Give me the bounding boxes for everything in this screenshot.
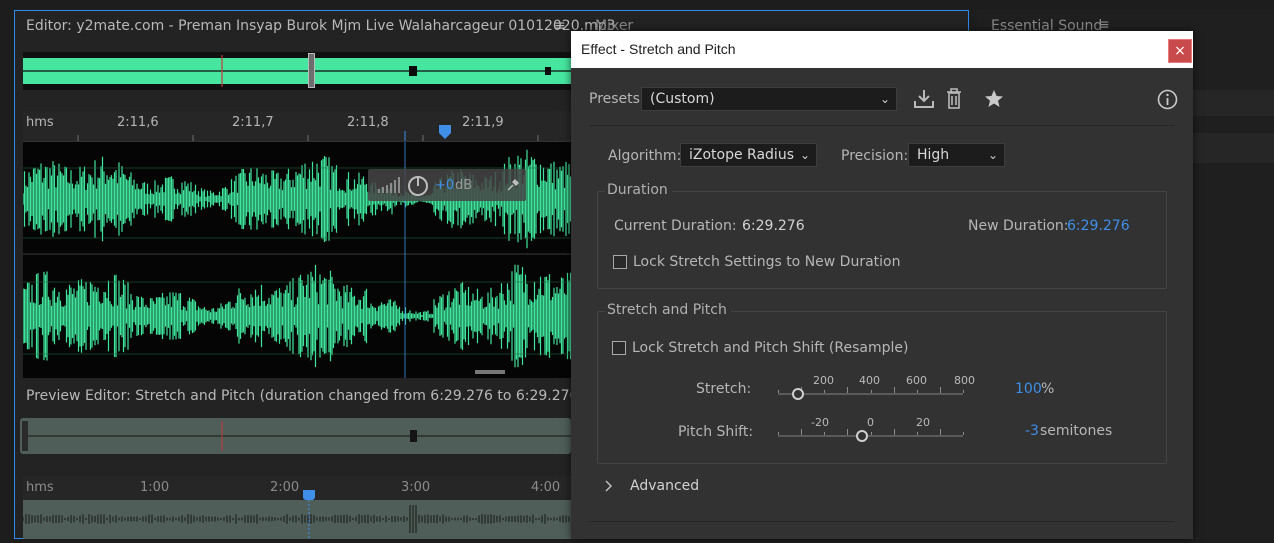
lock-resample-checkbox[interactable] [612, 341, 626, 355]
algorithm-dropdown[interactable]: iZotope Radius ⌄ [680, 143, 817, 167]
lock-stretch-checkbox[interactable] [613, 255, 627, 269]
new-duration-value[interactable]: 6:29.276 [1067, 218, 1130, 234]
slider-tick [778, 432, 779, 435]
precision-label: Precision: [841, 148, 909, 164]
preview-editor-title: Preview Editor: Stretch and Pitch (durat… [26, 388, 584, 404]
timeline-ruler[interactable]: hms 2:11,6 2:11,7 2:11,8 2:11,9 [23, 111, 571, 142]
preview-overview[interactable] [20, 418, 571, 454]
ruler-tick-label: 1:00 [140, 480, 170, 495]
current-duration-value: 6:29.276 [742, 218, 805, 234]
ruler-tick-label: 4:00 [531, 480, 561, 495]
slider-tick [824, 432, 826, 435]
algorithm-label: Algorithm: [608, 148, 682, 164]
algorithm-value: iZotope Radius [689, 147, 794, 163]
pitch-tick-label: -20 [811, 416, 829, 429]
volume-knob-icon[interactable] [407, 175, 429, 197]
slider-tick [893, 387, 895, 393]
editor-title: Editor: y2mate.com - Preman Insyap Burok… [26, 18, 616, 34]
duration-group-title: Duration [605, 182, 672, 198]
presets-value: (Custom) [650, 91, 715, 107]
divider [589, 125, 1175, 126]
panel-menu-icon[interactable]: ≡ [554, 18, 566, 34]
pitch-unit: semitones [1040, 423, 1113, 439]
info-icon[interactable] [1157, 89, 1178, 110]
stretch-pitch-group-title: Stretch and Pitch [605, 302, 731, 318]
stretch-tick-label: 200 [813, 374, 834, 387]
ruler-tick-label: 2:00 [270, 480, 300, 495]
slider-tick [963, 390, 964, 393]
slider-tick [939, 387, 941, 393]
ruler-unit: hms [26, 480, 54, 495]
pin-icon[interactable] [506, 178, 520, 192]
slider-tick [847, 387, 849, 393]
stretch-tick-label: 400 [859, 374, 880, 387]
presets-dropdown[interactable]: (Custom) ⌄ [641, 87, 897, 111]
overview-waveform [23, 55, 571, 87]
ruler-tick-label: 2:11,7 [232, 115, 274, 130]
volume-bars-icon [378, 177, 400, 193]
slider-tick [824, 390, 826, 393]
overview-viewport-handle[interactable] [308, 53, 315, 88]
essential-sound-row [1193, 90, 1274, 116]
save-preset-icon[interactable] [913, 89, 935, 109]
new-duration-label: New Duration: [968, 218, 1069, 234]
preview-waveform-shape [22, 500, 570, 539]
stretch-value[interactable]: 100 [1015, 381, 1042, 397]
chevron-down-icon: ⌄ [799, 148, 810, 162]
pitch-slider-thumb[interactable] [856, 430, 868, 442]
chevron-right-icon[interactable] [604, 480, 614, 492]
presets-label: Presets: [589, 91, 645, 107]
stretch-label: Stretch: [696, 381, 752, 397]
pitch-slider-track[interactable] [778, 435, 963, 437]
dialog-title: Effect - Stretch and Pitch [581, 41, 736, 57]
slider-tick [963, 432, 964, 435]
slider-tick [916, 432, 918, 435]
ruler-tick-label: 2:11,6 [117, 115, 159, 130]
delete-preset-icon[interactable] [946, 88, 962, 110]
slider-tick [801, 429, 803, 435]
pitch-shift-label: Pitch Shift: [678, 424, 754, 440]
slider-tick [847, 429, 849, 435]
slider-tick [916, 390, 918, 393]
slider-tick [893, 429, 895, 435]
stretch-slider-thumb[interactable] [792, 388, 804, 400]
slider-tick [870, 432, 872, 435]
playhead-marker-icon[interactable] [439, 125, 451, 139]
chevron-down-icon: ⌄ [879, 92, 890, 106]
stretch-pitch-group [597, 311, 1167, 464]
duration-group [597, 191, 1167, 289]
ruler-ticks [77, 131, 539, 141]
ruler-tick-label: 3:00 [401, 480, 431, 495]
pitch-tick-label: 20 [916, 416, 930, 429]
lock-stretch-label[interactable]: Lock Stretch Settings to New Duration [633, 254, 901, 270]
hud-level-unit: dB [455, 178, 473, 193]
ruler-unit: hms [26, 115, 54, 130]
current-duration-label: Current Duration: [614, 218, 737, 234]
hud-level-value[interactable]: +0 [435, 178, 454, 193]
slider-tick [870, 390, 872, 393]
stretch-tick-label: 800 [954, 374, 975, 387]
preview-waveform[interactable] [22, 500, 571, 539]
ruler-tick-label: 2:11,8 [347, 115, 389, 130]
divider [589, 521, 1175, 522]
chevron-down-icon: ⌄ [987, 148, 998, 162]
pitch-value[interactable]: -3 [1025, 423, 1039, 439]
preview-overview-waveform [22, 421, 571, 451]
slider-tick [778, 390, 779, 393]
lock-resample-label[interactable]: Lock Stretch and Pitch Shift (Resample) [632, 340, 908, 356]
stretch-slider-track[interactable] [778, 393, 963, 395]
essential-sound-row [1193, 133, 1274, 163]
advanced-toggle[interactable]: Advanced [630, 478, 699, 494]
precision-value: High [917, 147, 950, 163]
stretch-unit: % [1041, 381, 1055, 397]
stretch-tick-label: 600 [906, 374, 927, 387]
ruler-tick-label: 2:11,9 [462, 115, 504, 130]
pitch-tick-label: 0 [867, 416, 874, 429]
favorite-star-icon[interactable] [984, 89, 1004, 108]
precision-dropdown[interactable]: High ⌄ [908, 143, 1005, 167]
slider-tick [939, 429, 941, 435]
close-button[interactable]: × [1168, 39, 1192, 63]
